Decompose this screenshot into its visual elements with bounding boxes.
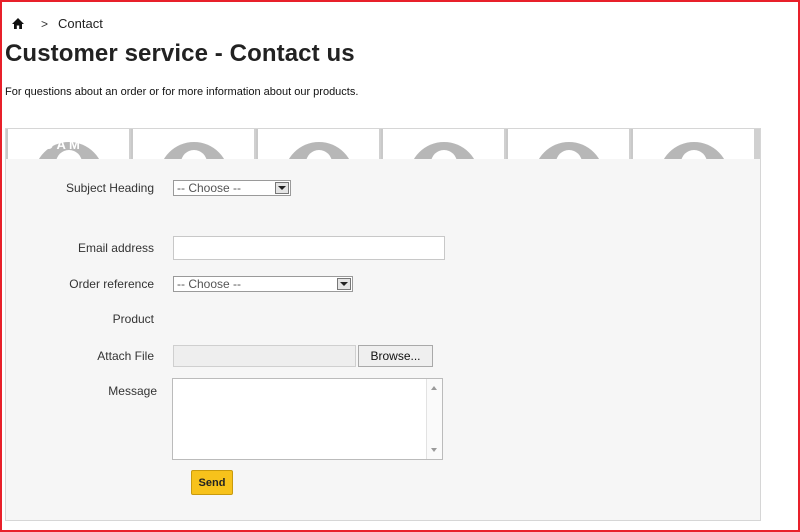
file-path-field[interactable] xyxy=(173,345,356,367)
order-select-value: -- Choose -- xyxy=(177,277,242,291)
chevron-down-icon[interactable] xyxy=(337,278,351,290)
subject-row: Subject Heading -- Choose -- xyxy=(6,180,291,196)
scroll-up-icon[interactable] xyxy=(431,386,437,390)
scroll-down-icon[interactable] xyxy=(431,448,437,452)
message-label: Message xyxy=(108,384,157,398)
intro-text: For questions about an order or for more… xyxy=(5,86,359,98)
email-field[interactable] xyxy=(173,236,445,260)
subject-select-value: -- Choose -- xyxy=(177,181,242,195)
subject-select[interactable]: -- Choose -- xyxy=(173,180,291,196)
banner-tile xyxy=(256,129,379,159)
breadcrumb-separator: > xyxy=(41,16,49,31)
attach-row: Attach File Browse... xyxy=(6,345,433,367)
email-label: Email address xyxy=(77,241,154,255)
banner-tile xyxy=(131,129,254,159)
chevron-down-icon[interactable] xyxy=(275,182,289,194)
breadcrumb: > Contact xyxy=(11,16,103,31)
attach-label: Attach File xyxy=(97,349,154,363)
banner-tile xyxy=(631,129,754,159)
banner-tile xyxy=(381,129,504,159)
product-label: Product xyxy=(112,312,154,326)
home-icon[interactable] xyxy=(11,17,25,31)
banner-tile: D A M xyxy=(6,129,129,159)
order-row: Order reference -- Choose -- xyxy=(6,276,353,292)
page-title: Customer service - Contact us xyxy=(5,40,355,67)
message-textarea[interactable] xyxy=(172,378,443,460)
textarea-scrollbar[interactable] xyxy=(426,379,442,459)
contact-form: D A M Subject Heading -- Choose -- Email… xyxy=(5,128,761,521)
subject-label: Subject Heading xyxy=(65,181,154,195)
breadcrumb-current: Contact xyxy=(58,16,103,31)
order-label: Order reference xyxy=(69,277,154,291)
banner-text: D A M xyxy=(44,137,80,152)
message-row: Message xyxy=(6,378,443,460)
email-row: Email address xyxy=(6,236,445,260)
product-row: Product xyxy=(6,312,172,326)
order-select[interactable]: -- Choose -- xyxy=(173,276,353,292)
browse-button[interactable]: Browse... xyxy=(358,345,433,367)
banner-tile xyxy=(506,129,629,159)
send-button[interactable]: Send xyxy=(191,470,233,495)
banner-strip: D A M xyxy=(6,129,760,159)
